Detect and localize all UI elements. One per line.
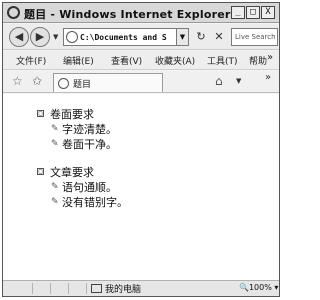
status-cell xyxy=(35,283,51,294)
favorites-star-icon[interactable]: ☆ xyxy=(12,74,23,88)
tree-item-text: 字迹清楚。 xyxy=(62,122,117,136)
tab-bar: ☆ ✩ 题目 ⌂ ▼ » xyxy=(3,71,279,93)
menu-favorites[interactable]: 收藏夹(A) xyxy=(155,54,195,67)
tree-item: ✎ 语句通顺。 xyxy=(37,179,128,194)
minimize-button[interactable]: _ xyxy=(231,6,245,19)
search-input[interactable]: Live Search xyxy=(231,28,278,46)
menu-overflow-button[interactable]: » xyxy=(267,52,273,63)
status-bar: 我的电脑 🔍100% ▾ xyxy=(3,280,279,296)
group-title: 卷面要求 xyxy=(50,107,94,121)
tree-item: ✎ 卷面干净。 xyxy=(37,136,117,151)
pencil-icon: ✎ xyxy=(51,196,59,207)
home-dropdown-icon[interactable]: ▼ xyxy=(236,77,241,85)
tree-group: □ 文章要求 ✎ 语句通顺。 ✎ 没有错别字。 xyxy=(37,164,128,209)
forward-button[interactable]: ▶ xyxy=(30,27,50,47)
history-dropdown-icon[interactable]: ▼ xyxy=(53,33,58,41)
stop-icon[interactable]: ✕ xyxy=(211,29,227,45)
status-cell xyxy=(5,283,33,294)
home-icon[interactable]: ⌂ xyxy=(215,74,223,88)
group-title: 文章要求 xyxy=(50,165,94,179)
computer-icon xyxy=(91,284,102,293)
status-cell xyxy=(71,283,87,294)
tree-item: ✎ 没有错别字。 xyxy=(37,194,128,209)
navigation-bar: ◀ ▶ ▼ C:\Documents and S ▼ ↻ ✕ Live Sear… xyxy=(3,24,279,50)
page-content: □ 卷面要求 ✎ 字迹清楚。 ✎ 卷面干净。 □ 文章要求 ✎ 语句通顺。 ✎ xyxy=(3,94,279,280)
tab-active[interactable]: 题目 xyxy=(53,73,163,92)
tree-item-text: 没有错别字。 xyxy=(62,195,128,209)
page-icon xyxy=(66,31,78,43)
address-bar[interactable]: C:\Documents and S ▼ xyxy=(63,28,189,46)
ie-logo-icon xyxy=(7,6,20,19)
tab-label: 题目 xyxy=(73,79,92,90)
tree-item-text: 卷面干净。 xyxy=(62,137,117,151)
window-title: 题目 - Windows Internet Explorer xyxy=(24,8,231,21)
tab-page-icon xyxy=(58,77,69,89)
collapse-toggle-icon[interactable]: □ xyxy=(37,168,44,175)
close-button[interactable]: X xyxy=(261,6,275,19)
pencil-icon: ✎ xyxy=(51,138,59,149)
security-zone: 我的电脑 xyxy=(91,282,141,295)
pencil-icon: ✎ xyxy=(51,123,59,134)
tree-item: ✎ 字迹清楚。 xyxy=(37,121,117,136)
window-controls: _ □ X xyxy=(231,6,275,19)
tree-group-header[interactable]: □ 卷面要求 xyxy=(37,106,117,121)
back-button[interactable]: ◀ xyxy=(9,27,29,47)
toolbar-overflow-button[interactable]: » xyxy=(265,72,271,83)
menu-file[interactable]: 文件(F) xyxy=(16,54,46,67)
zoom-control[interactable]: 🔍100% ▾ xyxy=(239,283,278,292)
status-cell xyxy=(53,283,69,294)
zoom-level: 100% xyxy=(248,283,272,292)
menu-tools[interactable]: 工具(T) xyxy=(207,54,238,67)
tree-group-header[interactable]: □ 文章要求 xyxy=(37,164,128,179)
browser-window: 题目 - Windows Internet Explorer _ □ X ◀ ▶… xyxy=(2,2,280,297)
address-input[interactable]: C:\Documents and S xyxy=(80,33,176,42)
address-dropdown-icon[interactable]: ▼ xyxy=(176,29,188,45)
menu-edit[interactable]: 编辑(E) xyxy=(63,54,94,67)
title-bar: 题目 - Windows Internet Explorer _ □ X xyxy=(3,3,279,23)
pencil-icon: ✎ xyxy=(51,181,59,192)
menu-bar: 文件(F) 编辑(E) 查看(V) 收藏夹(A) 工具(T) 帮助 » xyxy=(3,51,279,70)
tree-item-text: 语句通顺。 xyxy=(62,180,117,194)
refresh-icon[interactable]: ↻ xyxy=(193,29,209,45)
menu-view[interactable]: 查看(V) xyxy=(111,54,142,67)
maximize-button[interactable]: □ xyxy=(246,6,260,19)
zone-label: 我的电脑 xyxy=(105,285,142,295)
collapse-toggle-icon[interactable]: □ xyxy=(37,110,44,117)
add-favorites-icon[interactable]: ✩ xyxy=(32,74,42,88)
tree-group: □ 卷面要求 ✎ 字迹清楚。 ✎ 卷面干净。 xyxy=(37,106,117,151)
menu-help[interactable]: 帮助 xyxy=(249,54,267,67)
zoom-icon: 🔍 xyxy=(239,283,249,292)
